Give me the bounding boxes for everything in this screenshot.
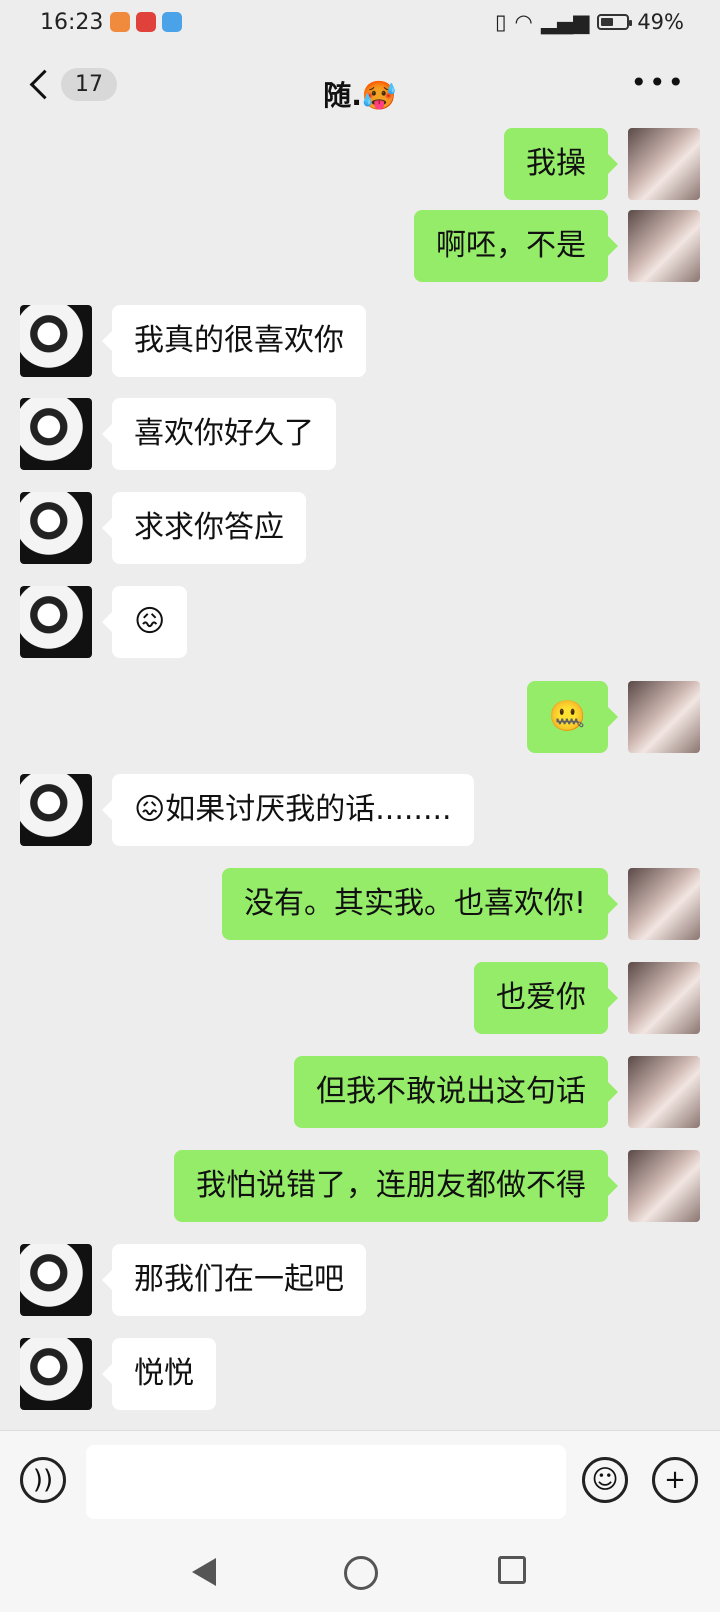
contact-avatar[interactable] [20, 398, 92, 470]
system-recents-icon[interactable] [498, 1556, 526, 1584]
wifi-icon: ◠ [514, 10, 533, 34]
notification-icons [110, 12, 182, 32]
message-row: 😖如果讨厌我的话........ [20, 774, 494, 846]
contact-avatar[interactable] [20, 305, 92, 377]
vibrate-icon: ▯ [494, 10, 507, 34]
message-row: 我真的很喜欢你 [20, 305, 386, 377]
message-bubble[interactable]: 求求你答应 [102, 492, 306, 564]
status-bar: 16:23 ▯ ◠ ▂▄▆ 49% [0, 0, 720, 48]
chat-title: 随.🥵 [323, 79, 397, 112]
app-notification-icon [110, 12, 130, 32]
message-input[interactable] [86, 1445, 566, 1519]
contact-avatar[interactable] [20, 1244, 92, 1316]
message-bubble[interactable]: 🤐 [526, 681, 619, 753]
contact-avatar[interactable] [20, 492, 92, 564]
signal-icon: ▂▄▆ [540, 10, 590, 34]
contact-avatar[interactable] [20, 774, 92, 846]
system-navigation-bar [0, 1530, 720, 1612]
battery-icon [597, 14, 633, 30]
message-row: 也爱你 [454, 962, 700, 1034]
message-row: 但我不敢说出这句话 [274, 1056, 700, 1128]
message-row: 🤐 [507, 681, 700, 753]
contact-avatar[interactable] [20, 1338, 92, 1410]
battery-percent: 49% [637, 10, 684, 34]
my-avatar[interactable] [628, 210, 700, 282]
voice-input-icon[interactable]: )) [20, 1457, 66, 1503]
system-home-icon[interactable] [344, 1556, 378, 1590]
message-bubble[interactable]: 那我们在一起吧 [102, 1244, 366, 1316]
message-row: 😖 [20, 586, 207, 658]
app-notification-icon [162, 12, 182, 32]
message-bubble[interactable]: 也爱你 [474, 962, 618, 1034]
contact-avatar[interactable] [20, 586, 92, 658]
message-bubble[interactable]: 我怕说错了，连朋友都做不得 [174, 1150, 618, 1222]
message-row: 啊呸，不是 [394, 210, 700, 282]
message-bubble[interactable]: 啊呸，不是 [414, 210, 618, 282]
more-icon[interactable]: ••• [630, 69, 686, 97]
message-bubble[interactable]: 😖 [101, 586, 188, 658]
app-notification-icon [136, 12, 156, 32]
message-bubble[interactable]: 但我不敢说出这句话 [294, 1056, 618, 1128]
my-avatar[interactable] [628, 868, 700, 940]
my-avatar[interactable] [628, 1150, 700, 1222]
emoji-icon[interactable]: ☺ [582, 1457, 628, 1503]
message-bubble[interactable]: 喜欢你好久了 [102, 398, 336, 470]
message-row: 求求你答应 [20, 492, 326, 564]
message-bubble[interactable]: 😖如果讨厌我的话........ [102, 774, 474, 846]
add-icon[interactable]: + [652, 1457, 698, 1503]
my-avatar[interactable] [628, 962, 700, 1034]
system-back-icon[interactable] [192, 1558, 216, 1586]
message-bubble[interactable]: 没有。其实我。也喜欢你! [221, 868, 619, 940]
message-row: 悦悦 [20, 1338, 236, 1410]
message-row: 那我们在一起吧 [20, 1244, 386, 1316]
battery-level [601, 18, 614, 26]
my-avatar[interactable] [628, 128, 700, 200]
my-avatar[interactable] [628, 681, 700, 753]
message-row: 没有。其实我。也喜欢你! [202, 868, 700, 940]
chat-header: 17 随.🥵 ••• [0, 48, 720, 134]
message-bubble[interactable]: 悦悦 [102, 1338, 216, 1410]
input-bar: )) ☺ + [0, 1430, 720, 1531]
message-row: 我怕说错了，连朋友都做不得 [154, 1150, 700, 1222]
status-time: 16:23 [40, 10, 104, 35]
message-bubble[interactable]: 我操 [504, 128, 618, 200]
message-bubble[interactable]: 我真的很喜欢你 [102, 305, 366, 377]
message-row: 我操 [484, 128, 700, 200]
message-row: 喜欢你好久了 [20, 398, 356, 470]
my-avatar[interactable] [628, 1056, 700, 1128]
